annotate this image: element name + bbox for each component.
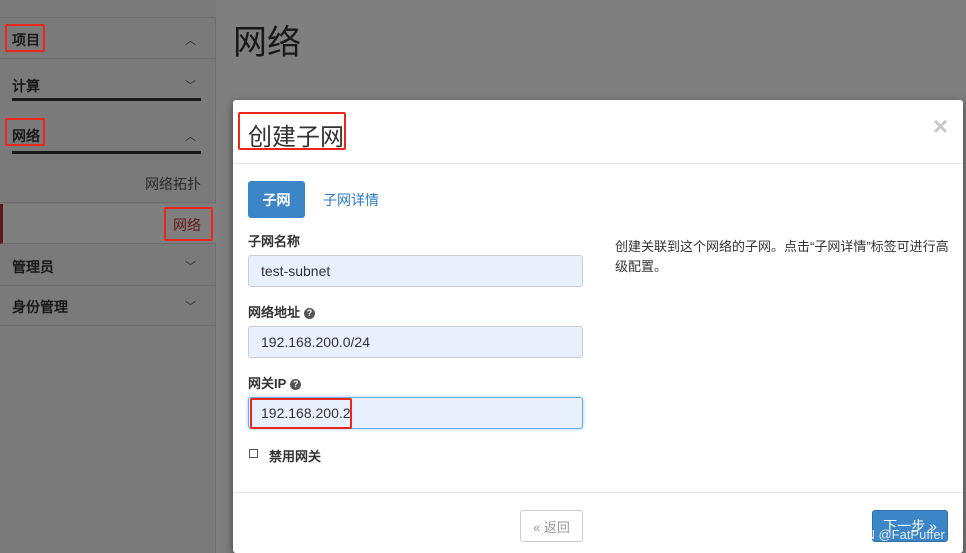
annotation-box <box>5 118 45 146</box>
disable-gateway-label: 禁用网关 <box>269 449 322 464</box>
annotation-box <box>250 398 352 429</box>
help-icon[interactable]: ? <box>304 308 316 319</box>
annotation-box <box>164 207 213 241</box>
tab-subnet-details[interactable]: 子网详情 <box>323 190 379 210</box>
watermark: CSDN @FatPuffer <box>838 527 945 542</box>
annotation-box <box>238 112 346 150</box>
disable-gateway-checkbox[interactable] <box>249 449 258 458</box>
help-icon[interactable]: ? <box>290 379 302 390</box>
close-icon[interactable]: × <box>933 111 948 142</box>
network-address-input[interactable] <box>248 326 583 358</box>
subnet-name-input[interactable] <box>248 255 583 287</box>
network-address-label: 网络地址? <box>248 302 316 321</box>
gateway-ip-label: 网关IP? <box>248 373 302 392</box>
annotation-box <box>5 24 45 52</box>
modal-footer: « 返回 下一步 » <box>233 492 963 553</box>
subnet-name-label: 子网名称 <box>248 234 301 249</box>
create-subnet-modal: 创建子网 × 子网 子网详情 子网名称 网络地址? 网关IP? 禁用网关 创建关… <box>233 100 963 553</box>
back-button[interactable]: « 返回 <box>520 510 583 542</box>
help-text: 创建关联到这个网络的子网。点击“子网详情”标签可进行高级配置。 <box>615 239 949 274</box>
tab-subnet[interactable]: 子网 <box>248 181 305 218</box>
